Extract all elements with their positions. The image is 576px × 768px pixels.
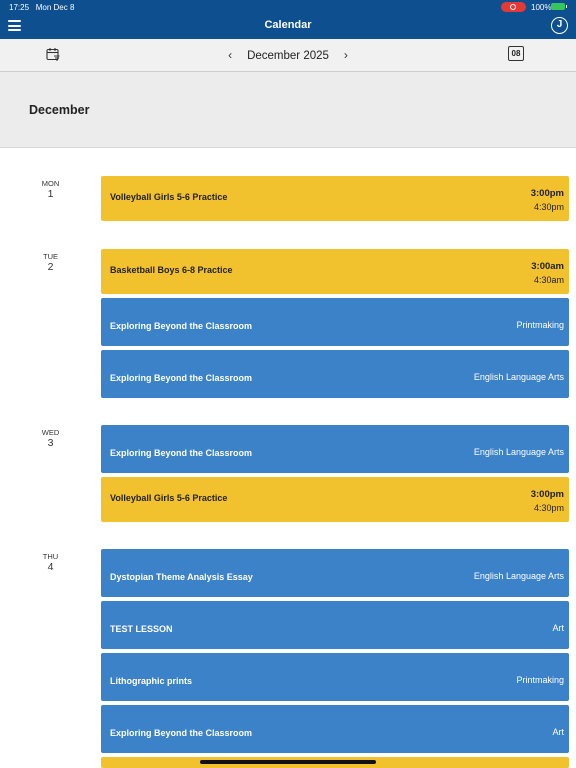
event-start-time: 3:00pm xyxy=(530,188,564,199)
day-of-week: THU xyxy=(42,552,59,561)
event-card[interactable]: TEST LESSON Art xyxy=(101,601,569,649)
day-number: 2 xyxy=(47,261,54,273)
event-title: Exploring Beyond the Classroom xyxy=(110,448,253,458)
event-title: Basketball Boys 6-8 Practice xyxy=(110,265,233,275)
event-card[interactable]: Dystopian Theme Analysis Essay English L… xyxy=(101,549,569,597)
event-title: Exploring Beyond the Classroom xyxy=(110,321,253,331)
event-subject: Art xyxy=(552,623,564,633)
event-end-time: 4:30am xyxy=(533,275,564,285)
event-subject: Printmaking xyxy=(516,675,564,685)
event-title: Volleyball Girls 5-6 Practice xyxy=(110,192,228,202)
event-subject: English Language Arts xyxy=(473,571,564,581)
event-title: Lithographic prints xyxy=(110,676,192,686)
event-card[interactable]: Basketball Boys 6-8 Practice 3:00am 4:30… xyxy=(101,249,569,294)
day-number: 1 xyxy=(47,188,54,200)
chevron-right-icon[interactable]: › xyxy=(335,48,357,62)
event-card[interactable]: Volleyball Girls 5-6 Practice 3:00pm 4:3… xyxy=(101,477,569,522)
battery-percent: 100% xyxy=(531,3,552,12)
day-of-week: MON xyxy=(41,179,60,188)
avatar[interactable]: J xyxy=(551,17,568,34)
event-card[interactable]: Exploring Beyond the Classroom English L… xyxy=(101,425,569,473)
calendar-toolbar: ‹ December 2025 › 08 xyxy=(0,39,576,72)
event-title: TEST LESSON xyxy=(110,624,173,634)
event-title: Dystopian Theme Analysis Essay xyxy=(110,572,253,582)
page-title: Calendar xyxy=(264,19,312,31)
event-start-time: 3:00am xyxy=(531,261,564,272)
event-card[interactable]: Exploring Beyond the Classroom English L… xyxy=(101,350,569,398)
battery-icon xyxy=(551,3,567,10)
event-title: Exploring Beyond the Classroom xyxy=(110,373,253,383)
status-bar: 17:25 Mon Dec 8 100% xyxy=(0,0,576,14)
event-title: Exploring Beyond the Classroom xyxy=(110,728,253,738)
status-time: 17:25 Mon Dec 8 xyxy=(9,3,75,12)
day-of-week: WED xyxy=(41,428,60,437)
home-indicator[interactable] xyxy=(200,760,376,764)
month-navigator: ‹ December 2025 › xyxy=(0,48,576,62)
event-subject: Printmaking xyxy=(516,320,564,330)
app-bar: Calendar J xyxy=(0,14,576,39)
event-subject: Art xyxy=(552,727,564,737)
event-start-time: 3:00pm xyxy=(530,489,564,500)
event-card[interactable]: Volleyball Girls 5-6 Practice 3:00pm 4:3… xyxy=(101,176,569,221)
event-subject: English Language Arts xyxy=(473,372,564,382)
today-button[interactable]: 08 xyxy=(508,46,524,61)
month-section-header: December xyxy=(0,72,576,148)
event-subject: English Language Arts xyxy=(473,447,564,457)
event-title: Volleyball Girls 5-6 Practice xyxy=(110,493,228,503)
event-card[interactable]: Exploring Beyond the Classroom Art xyxy=(101,705,569,753)
chevron-left-icon[interactable]: ‹ xyxy=(219,48,241,62)
screen-recording-icon xyxy=(501,2,526,12)
event-card[interactable]: Lithographic prints Printmaking xyxy=(101,653,569,701)
day-of-week: TUE xyxy=(43,252,58,261)
day-number: 3 xyxy=(47,437,54,449)
event-card[interactable]: Exploring Beyond the Classroom Printmaki… xyxy=(101,298,569,346)
event-end-time: 4:30pm xyxy=(533,503,564,513)
event-end-time: 4:30pm xyxy=(533,202,564,212)
day-number: 4 xyxy=(47,561,54,573)
month-label[interactable]: December 2025 xyxy=(241,50,335,62)
month-section-title: December xyxy=(29,103,90,117)
